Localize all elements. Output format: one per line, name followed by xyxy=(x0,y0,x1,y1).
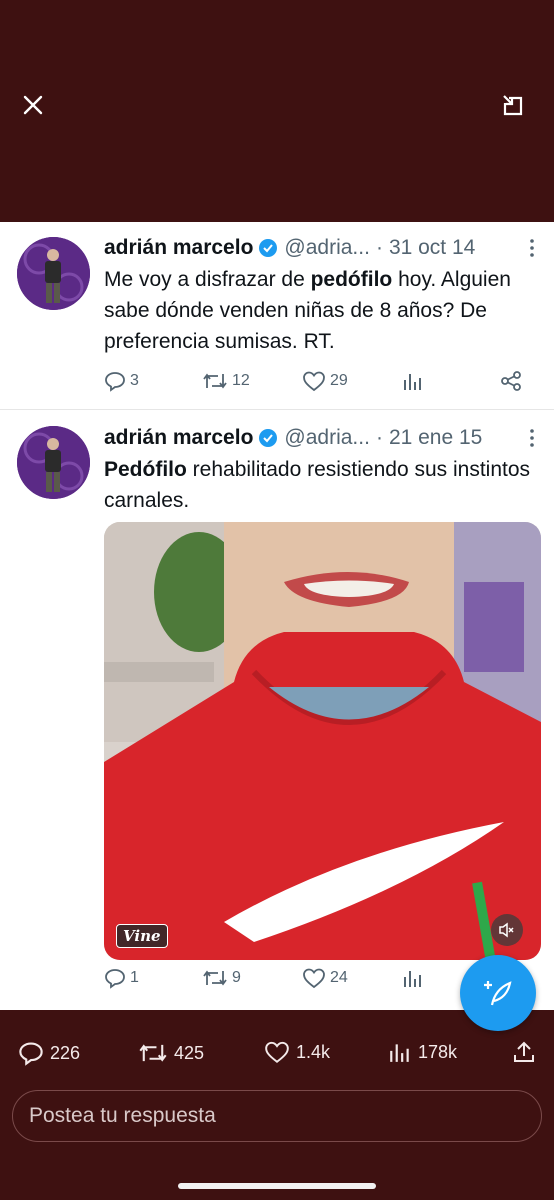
post-stats-bar: 226 425 1.4k 178k xyxy=(0,1030,554,1078)
views-button[interactable] xyxy=(402,963,428,993)
views-icon xyxy=(404,971,421,987)
compose-button[interactable] xyxy=(460,955,536,1031)
reply-icon xyxy=(105,969,125,989)
vine-badge: Vine xyxy=(116,924,168,948)
tweet-text: Pedófilo rehabilitado resistiendo sus in… xyxy=(104,458,531,512)
author-name[interactable]: adrián marcelo xyxy=(104,426,253,450)
share-stat[interactable] xyxy=(512,1040,542,1064)
views-icon xyxy=(404,374,421,390)
separator-dot: · xyxy=(375,236,383,259)
like-button[interactable]: 29 xyxy=(302,366,348,396)
more-options-icon[interactable] xyxy=(524,236,540,260)
tweet[interactable]: adrián marcelo @adria... · 21 ene 15 Ped… xyxy=(0,410,554,1010)
more-options-icon[interactable] xyxy=(524,426,540,450)
upload-share-icon xyxy=(514,1041,534,1062)
share-icon xyxy=(501,371,521,391)
views-icon xyxy=(390,1044,409,1062)
verified-badge-icon xyxy=(258,428,278,448)
like-button[interactable]: 24 xyxy=(302,963,348,993)
heart-icon xyxy=(265,1041,289,1063)
reply-input[interactable]: Postea tu respuesta xyxy=(12,1090,542,1142)
heart-icon xyxy=(303,371,325,392)
video-frame xyxy=(104,522,541,960)
expand-icon xyxy=(503,95,523,116)
close-button[interactable] xyxy=(18,90,48,120)
likes-stat[interactable]: 1.4k xyxy=(264,1040,330,1064)
separator-dot: · xyxy=(375,426,383,449)
reply-button[interactable]: 3 xyxy=(104,366,139,396)
author-handle[interactable]: @adria... xyxy=(284,236,370,260)
avatar[interactable] xyxy=(17,237,90,310)
reply-button[interactable]: 1 xyxy=(104,963,139,993)
views-stat[interactable]: 178k xyxy=(388,1040,457,1064)
compose-feather-icon xyxy=(484,981,512,1006)
reposts-stat[interactable]: 425 xyxy=(138,1040,204,1066)
heart-icon xyxy=(303,968,325,989)
retweet-icon xyxy=(203,970,227,986)
retweet-button[interactable]: 9 xyxy=(202,963,241,993)
home-indicator xyxy=(178,1183,376,1189)
reply-placeholder: Postea tu respuesta xyxy=(29,1104,216,1127)
video-thumbnail[interactable]: Vine xyxy=(104,522,541,960)
muted-speaker-icon xyxy=(499,922,514,938)
retweet-icon xyxy=(203,373,227,389)
retweet-icon xyxy=(139,1044,167,1062)
tweet-date[interactable]: 21 ene 15 xyxy=(389,426,482,450)
reply-icon xyxy=(19,1042,43,1066)
retweet-button[interactable]: 12 xyxy=(202,366,250,396)
tweet-header: adrián marcelo @adria... · 21 ene 15 xyxy=(104,424,540,452)
replies-stat[interactable]: 226 xyxy=(18,1040,80,1066)
share-button[interactable] xyxy=(500,366,526,396)
tweet[interactable]: adrián marcelo @adria... · 31 oct 14 Me … xyxy=(0,222,554,410)
tweet-date[interactable]: 31 oct 14 xyxy=(389,236,475,260)
tweet-header: adrián marcelo @adria... · 31 oct 14 xyxy=(104,234,540,262)
author-name[interactable]: adrián marcelo xyxy=(104,236,253,260)
quoted-screenshot-card: adrián marcelo @adria... · 31 oct 14 Me … xyxy=(0,222,554,1010)
tweet-actions: 3 12 29 xyxy=(104,366,534,396)
tweet-text: Me voy a disfrazar de pedófilo hoy. Algu… xyxy=(104,268,511,353)
author-handle[interactable]: @adria... xyxy=(284,426,370,450)
verified-badge-icon xyxy=(258,238,278,258)
views-button[interactable] xyxy=(402,366,428,396)
media-viewer-topbar xyxy=(0,0,554,222)
expand-button[interactable] xyxy=(498,90,528,120)
reply-icon xyxy=(105,372,125,392)
avatar[interactable] xyxy=(17,426,90,499)
close-icon xyxy=(23,95,43,115)
mute-button[interactable] xyxy=(491,914,523,946)
